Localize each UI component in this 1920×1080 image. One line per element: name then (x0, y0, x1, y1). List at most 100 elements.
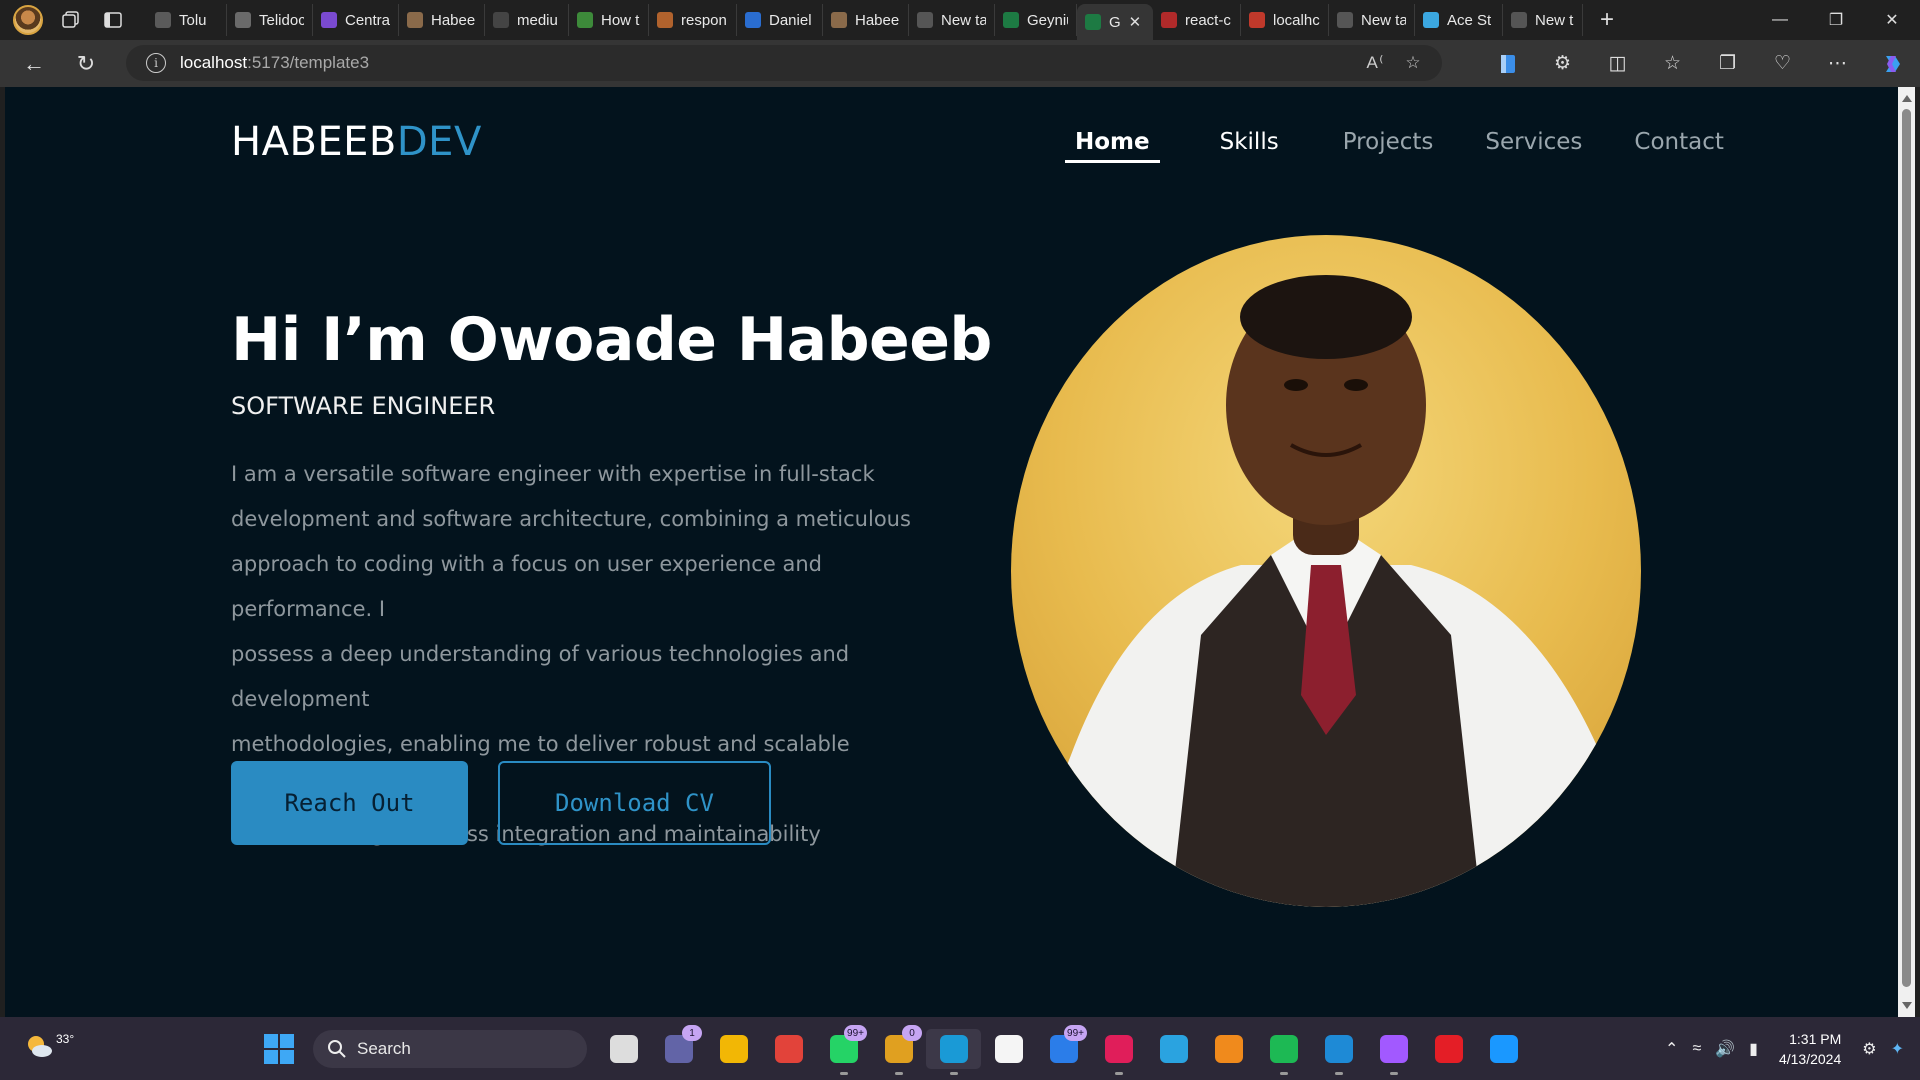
site-info-icon[interactable]: i (146, 53, 166, 73)
browser-tab[interactable]: New ta (1503, 4, 1583, 36)
tab-title: react-c (1185, 11, 1231, 29)
taskbar-app-store[interactable] (981, 1029, 1036, 1069)
scroll-up-arrow[interactable] (1902, 95, 1912, 102)
bookmark-app-icon[interactable] (1480, 40, 1535, 87)
address-bar[interactable]: i localhost:5173/template3 A ⁽ ☆ (126, 45, 1442, 81)
page-viewport: HABEEBDEV Home Skills Projects Services … (5, 87, 1898, 1017)
notifications-icon[interactable]: ⚙ (1862, 1039, 1876, 1059)
taskbar-app-file-explorer[interactable] (706, 1029, 761, 1069)
tab-strip: Tolu Telidoc Centra Habee mediu How to respon D… (0, 0, 1920, 40)
taskbar-app-vscode[interactable] (1311, 1029, 1366, 1075)
download-cv-button[interactable]: Download CV (498, 761, 771, 845)
taskbar-app-figma[interactable] (1366, 1029, 1421, 1075)
volume-icon[interactable]: 🔊 (1715, 1039, 1735, 1059)
chevron-up-icon[interactable]: ⌃ (1665, 1039, 1678, 1059)
vlc-icon (1214, 1035, 1243, 1063)
browser-tab[interactable]: react-c (1153, 4, 1241, 36)
scroll-thumb[interactable] (1902, 109, 1911, 987)
page-scrollbar[interactable] (1898, 87, 1915, 1017)
favorite-star-icon[interactable]: ☆ (1394, 45, 1432, 81)
windows-taskbar: 33° Search 1 99+ 0 99+ ⌃ ≈ 🔊 ▮ 1:31 PM 4/13… (0, 1017, 1920, 1080)
browser-tab[interactable]: New ta (1329, 4, 1415, 36)
taskbar-app-whatsapp[interactable]: 99+ (816, 1025, 871, 1075)
weather-temperature: 33° (56, 1032, 75, 1046)
clock[interactable]: 1:31 PM 4/13/2024 (1779, 1029, 1841, 1069)
split-screen-icon[interactable]: ◫ (1590, 40, 1645, 87)
hero-title: Hi I’m Owoade Habeeb (231, 305, 992, 375)
site-logo[interactable]: HABEEBDEV (231, 119, 482, 165)
tab-favicon-icon (1003, 12, 1019, 28)
taskbar-app-opera[interactable] (1421, 1029, 1476, 1069)
minimize-button[interactable]: — (1752, 0, 1808, 40)
more-menu-icon[interactable]: ⋯ (1810, 40, 1865, 87)
browser-tab[interactable]: Habee (823, 4, 909, 36)
opera-icon (1434, 1035, 1463, 1063)
start-button[interactable] (264, 1034, 294, 1064)
tab-favicon-icon (1085, 14, 1101, 30)
tab-favicon-icon (917, 12, 933, 28)
browser-tab[interactable]: mediu (485, 4, 569, 36)
tab-favicon-icon (235, 12, 251, 28)
profile-avatar[interactable] (13, 5, 43, 35)
taskbar-app-spotify[interactable] (1256, 1029, 1311, 1075)
read-aloud-icon[interactable]: A ⁽ (1356, 45, 1394, 81)
nav-services[interactable]: Services (1475, 123, 1592, 163)
browser-tab[interactable]: Ace St (1415, 4, 1503, 36)
close-window-button[interactable]: ✕ (1864, 0, 1920, 40)
browser-tab[interactable]: How to (569, 4, 649, 36)
extensions-icon[interactable]: ⚙ (1535, 40, 1590, 87)
back-button[interactable]: ← (16, 46, 52, 82)
telegram-icon (1159, 1035, 1188, 1063)
taskbar-app-vlc[interactable] (1201, 1029, 1256, 1069)
tab-title: Telidoc (259, 11, 304, 29)
taskbar-app-teams[interactable]: 1 (651, 1025, 706, 1069)
taskbar-app-chrome[interactable]: 0 (871, 1025, 926, 1075)
browser-tab[interactable]: Telidoc (227, 4, 313, 36)
vscode-icon (1324, 1035, 1353, 1063)
collections-icon[interactable]: ❐ (1700, 40, 1755, 87)
url-text[interactable]: localhost:5173/template3 (180, 53, 369, 73)
browser-essentials-icon[interactable]: ♡ (1755, 40, 1810, 87)
battery-icon[interactable]: ▮ (1749, 1039, 1758, 1059)
taskbar-app-file-manager[interactable] (596, 1029, 651, 1069)
nav-skills[interactable]: Skills (1210, 123, 1289, 163)
tab-favicon-icon (577, 12, 593, 28)
browser-tab[interactable]: Centra (313, 4, 399, 36)
copilot-taskbar-icon[interactable]: ✦ (1891, 1039, 1904, 1059)
wifi-icon[interactable]: ≈ (1692, 1040, 1701, 1058)
nav-projects[interactable]: Projects (1333, 123, 1444, 163)
notification-badge: 0 (902, 1025, 922, 1041)
restore-button[interactable]: ❐ (1808, 0, 1864, 40)
browser-tab[interactable]: respon (649, 4, 737, 36)
favorites-icon[interactable]: ☆ (1645, 40, 1700, 87)
weather-widget[interactable]: 33° (24, 1031, 74, 1061)
new-tab-button[interactable]: + (1591, 4, 1623, 36)
nav-home[interactable]: Home (1065, 123, 1160, 163)
tab-title: mediu (517, 11, 558, 29)
taskbar-app-camera[interactable] (761, 1029, 816, 1069)
copilot-icon[interactable] (1865, 40, 1920, 87)
hero-description-line: development and software architecture, c… (231, 507, 911, 531)
workspaces-icon[interactable] (57, 6, 85, 34)
taskbar-app-slack[interactable] (1091, 1029, 1146, 1075)
browser-tab[interactable]: G ✕ (1077, 4, 1153, 40)
browser-tab[interactable]: localhc (1241, 4, 1329, 36)
taskbar-app-mail[interactable]: 99+ (1036, 1025, 1091, 1069)
browser-tab[interactable]: Geyniu (995, 4, 1077, 36)
browser-tab[interactable]: Daniel (737, 4, 823, 36)
taskbar-app-telegram[interactable] (1146, 1029, 1201, 1069)
reach-out-button[interactable]: Reach Out (231, 761, 468, 845)
nav-contact[interactable]: Contact (1624, 123, 1733, 163)
browser-tab[interactable]: New ta (909, 4, 995, 36)
scroll-down-arrow[interactable] (1902, 1002, 1912, 1009)
taskbar-app-prime-video[interactable] (1476, 1029, 1531, 1069)
browser-tab[interactable]: Habee (399, 4, 485, 36)
close-tab-icon[interactable]: ✕ (1129, 13, 1142, 31)
hero-description-line: approach to coding with a focus on user … (231, 552, 822, 621)
tab-actions-icon[interactable] (99, 6, 127, 34)
taskbar-app-edge[interactable] (926, 1029, 981, 1075)
browser-tab[interactable]: Tolu (147, 4, 227, 36)
clock-time: 1:31 PM (1789, 1030, 1842, 1047)
refresh-button[interactable]: ↻ (68, 46, 104, 82)
taskbar-search[interactable]: Search (313, 1030, 587, 1068)
